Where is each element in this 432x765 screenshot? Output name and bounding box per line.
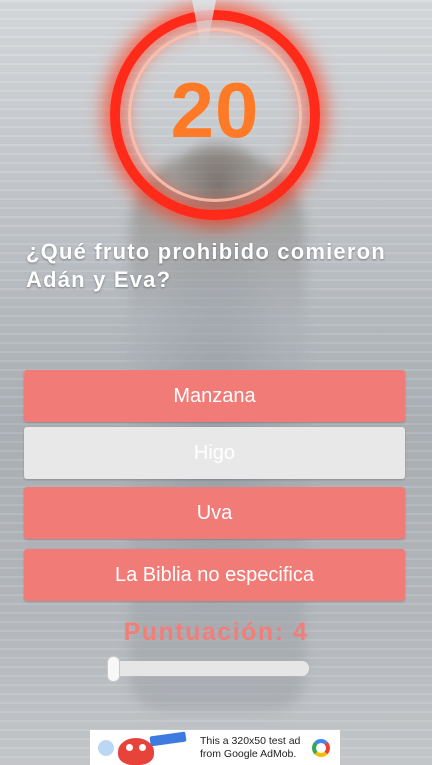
progress-slider-track[interactable] [113,661,309,676]
answer-button-1[interactable]: Manzana [24,370,405,422]
ad-mascot-icon [118,738,154,765]
answer-button-4[interactable]: La Biblia no especifica [24,549,405,601]
score-label: Puntuación: 4 [123,618,309,646]
ad-image [90,730,190,765]
answer-button-2[interactable]: Higo [24,427,405,479]
ad-text: This a 320x50 test ad from Google AdMob. [200,734,301,760]
question-text: ¿Qué fruto prohibido comieron Adán y Eva… [26,239,386,292]
answer-button-3[interactable]: Uva [24,487,405,539]
ad-decoration [98,740,114,756]
progress-slider-handle[interactable] [107,656,120,682]
ad-ribbon [149,731,187,747]
ad-banner[interactable]: This a 320x50 test ad from Google AdMob. [90,730,340,765]
timer-countdown: 20 [170,66,260,154]
admob-logo-icon [312,739,330,757]
